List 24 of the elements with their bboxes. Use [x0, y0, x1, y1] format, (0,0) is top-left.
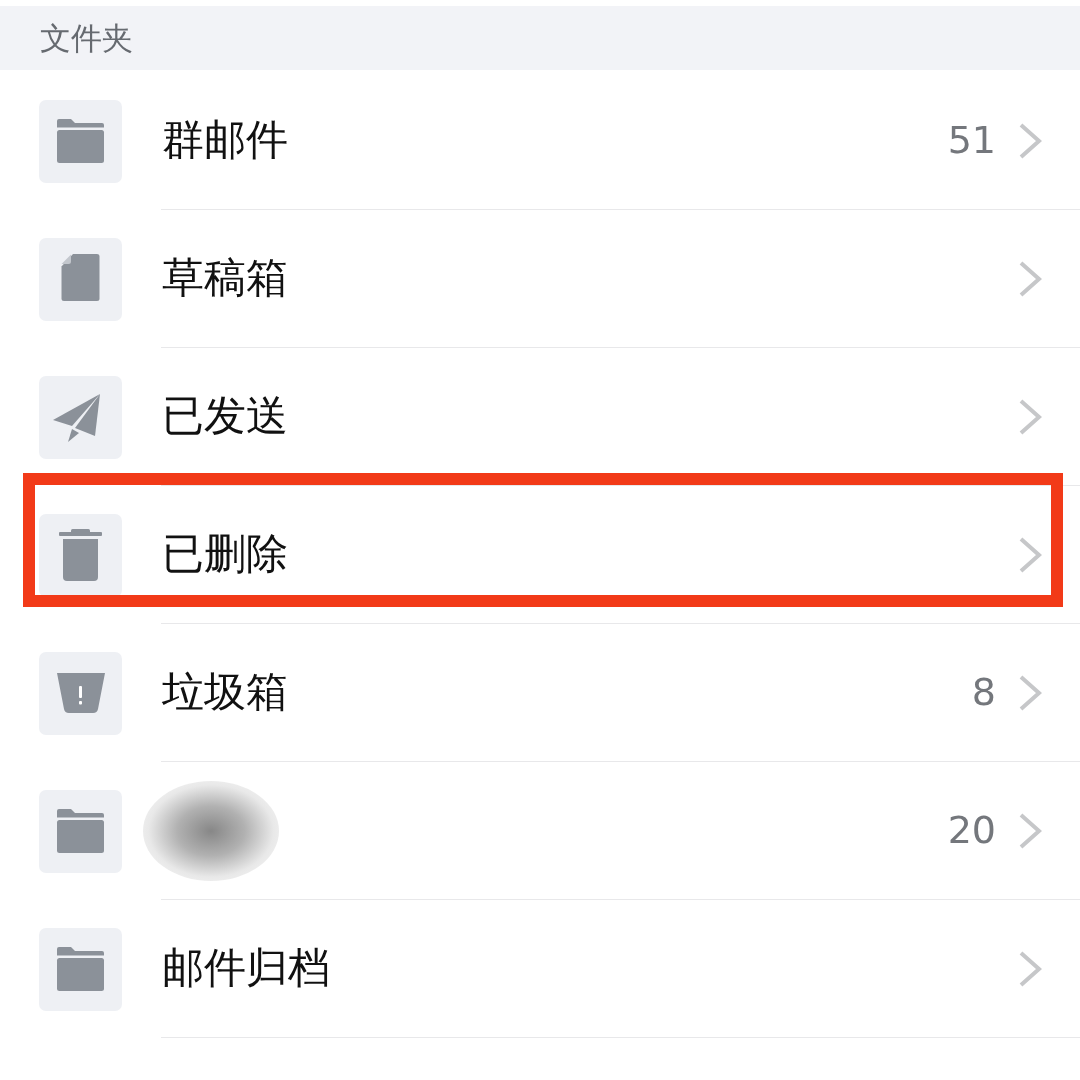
- folder-name[interactable]: 已删除: [162, 529, 288, 580]
- chevron-icon: [1018, 535, 1042, 574]
- chevron-icon: [1018, 397, 1042, 436]
- bin-exclamation-icon: [39, 651, 122, 735]
- folder-name[interactable]: 已发送: [162, 391, 288, 442]
- folder-name[interactable]: 群邮件: [162, 115, 288, 166]
- chevron-icon: [1018, 259, 1042, 298]
- paper-plane-icon: [39, 375, 122, 459]
- folder-name[interactable]: 邮件归档: [162, 943, 330, 994]
- chevron-icon: [1018, 811, 1042, 850]
- chevron-icon: [1018, 121, 1042, 160]
- message-count: 20: [947, 807, 996, 854]
- document-icon: [39, 237, 122, 321]
- chevron-icon: [1018, 949, 1042, 988]
- message-count: 51: [947, 117, 996, 164]
- section-title: 文件夹: [40, 22, 133, 54]
- folder-name[interactable]: 草稿箱: [162, 253, 288, 304]
- folder-icon: [39, 789, 122, 873]
- trash-icon: [39, 513, 122, 597]
- folder-name[interactable]: 垃圾箱: [162, 667, 288, 718]
- folder-icon: [39, 99, 122, 183]
- message-count: 8: [971, 669, 996, 716]
- folder-icon: [39, 927, 122, 1011]
- chevron-icon: [1018, 673, 1042, 712]
